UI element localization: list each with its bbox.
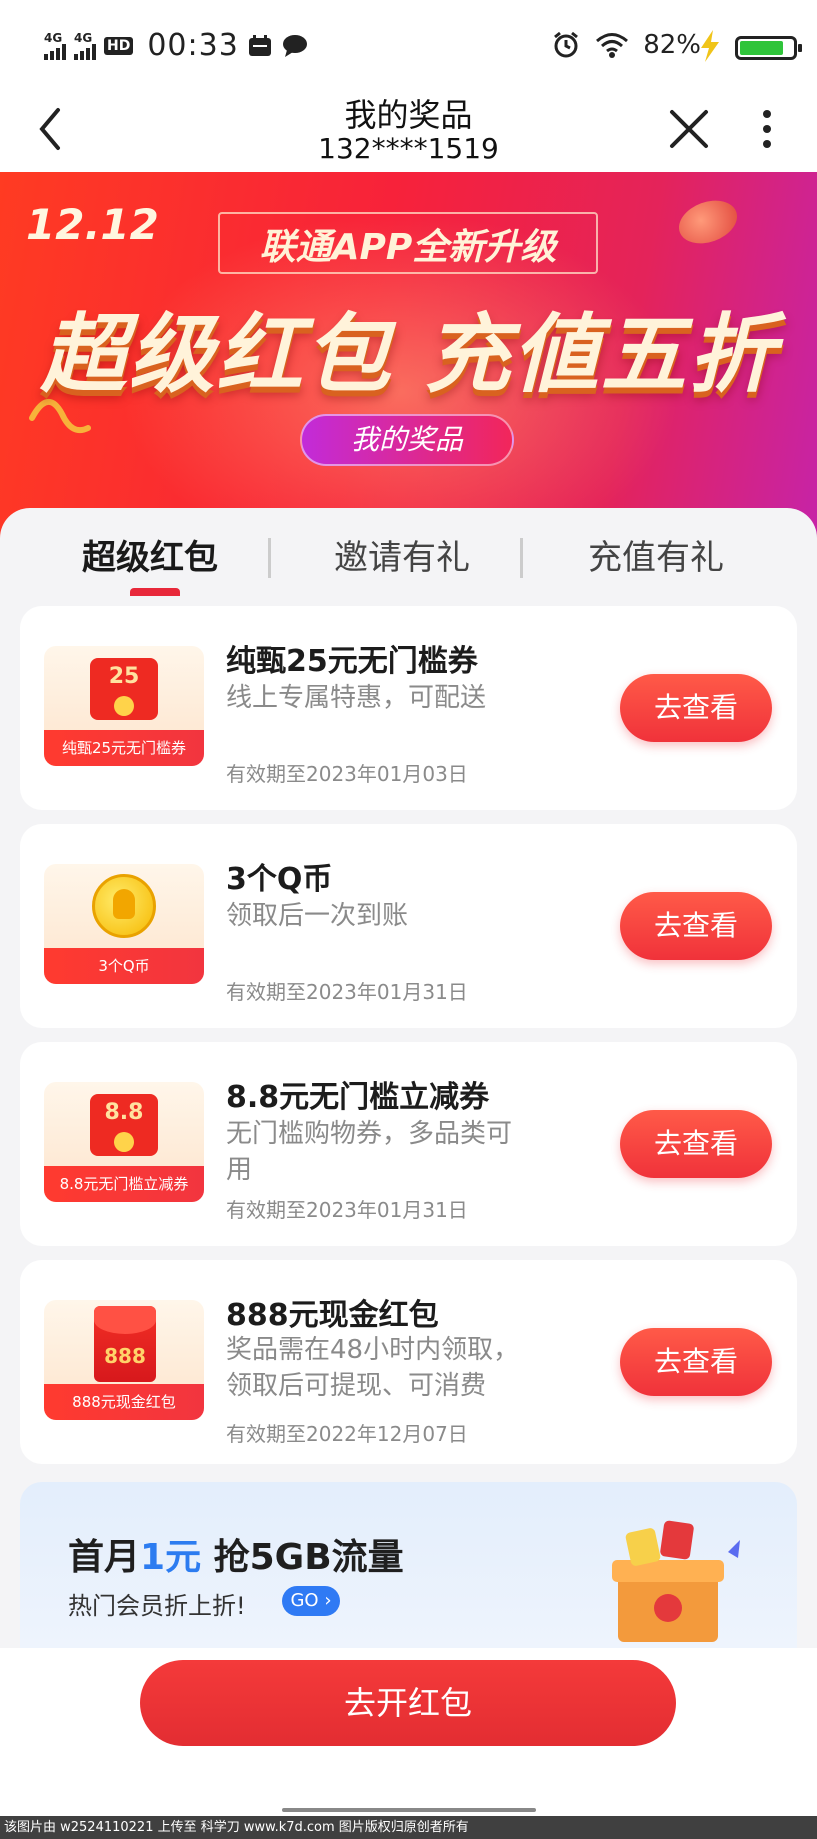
nav-bar: 我的奖品 132****1519 xyxy=(0,86,817,172)
coin-decoration-icon xyxy=(672,192,744,252)
prize-expiry: 有效期至2023年01月31日 xyxy=(226,1198,468,1222)
q-coin-icon xyxy=(92,874,156,938)
charging-icon xyxy=(701,30,719,62)
banner-top-text: 联通APP全新升级 xyxy=(259,227,557,268)
thumbnail-label: 888元现金红包 xyxy=(44,1384,204,1420)
coupon-envelope-icon: 25 xyxy=(90,658,158,720)
promo-title-highlight: 1元 xyxy=(140,1537,202,1578)
red-packet-flap xyxy=(94,1306,156,1334)
prize-expiry: 有效期至2023年01月31日 xyxy=(226,980,468,1004)
red-packet-icon: 888 xyxy=(94,1306,156,1382)
signal-2: 4G xyxy=(74,32,96,60)
thumbnail-label: 纯甄25元无门槛券 xyxy=(44,730,204,766)
signal-1: 4G xyxy=(44,32,66,60)
status-left: 4G 4G HD 00:33 xyxy=(44,28,309,63)
gift-box-icon xyxy=(612,1520,740,1642)
promo-title-prefix: 首月 xyxy=(68,1537,141,1578)
promo-go-label: GO xyxy=(290,1590,319,1611)
prize-description: 无门槛购物券，多品类可用 xyxy=(226,1119,513,1185)
prize-panel: 超级红包 邀请有礼 充值有礼 25 纯甄25元无门槛券 纯甄25元无门槛券 线上… xyxy=(0,508,817,1648)
prize-title: 8.8元无门槛立减券 xyxy=(226,1080,490,1115)
prize-description: 奖品需在48小时内领取，领取后可提现、可消费 xyxy=(226,1335,520,1401)
prize-card: 3个Q币 3个Q币 领取后一次到账 有效期至2023年01月31日 去查看 xyxy=(20,824,797,1028)
signal-bars-icon xyxy=(44,43,66,60)
prize-title: 纯甄25元无门槛券 xyxy=(226,644,478,679)
wifi-icon xyxy=(596,33,629,58)
watermark-text: 该图片由 w2524110221 上传至 科学刀 www.k7d.com 图片版… xyxy=(0,1816,817,1839)
status-time: 00:33 xyxy=(147,28,239,63)
prize-thumbnail: 888 888元现金红包 xyxy=(44,1300,204,1420)
banner-date-tag: 12.12 xyxy=(26,200,159,249)
prize-card: 888 888元现金红包 888元现金红包 奖品需在48小时内领取，领取后可提现… xyxy=(20,1260,797,1464)
bottom-bar: 去开红包 该图片由 w2524110221 上传至 科学刀 www.k7d.co… xyxy=(0,1648,817,1839)
status-right: 82% xyxy=(551,30,701,60)
view-prize-button[interactable]: 去查看 xyxy=(620,892,772,960)
my-prizes-pill[interactable]: 我的奖品 xyxy=(300,414,514,466)
alarm-icon xyxy=(554,31,579,58)
promo-banner: 12.12 联通APP全新升级 超级红包 充値五折 我的奖品 xyxy=(0,172,817,552)
signal-2-label: 4G xyxy=(74,30,93,45)
coupon-seal-icon xyxy=(114,1132,134,1152)
active-tab-indicator xyxy=(130,588,180,596)
prize-description: 领取后一次到账 xyxy=(226,901,409,931)
prize-title: 3个Q币 xyxy=(226,862,333,897)
view-prize-button[interactable]: 去查看 xyxy=(620,1110,772,1178)
tab-bar: 超级红包 邀请有礼 充值有礼 xyxy=(0,508,817,604)
tab-recharge-gift[interactable]: 充值有礼 xyxy=(588,530,724,579)
view-prize-button[interactable]: 去查看 xyxy=(620,674,772,742)
close-icon[interactable] xyxy=(664,104,714,154)
thumbnail-value: 888 xyxy=(104,1344,146,1368)
promo-subtitle: 热门会员折上折! xyxy=(68,1592,246,1620)
status-bar: 4G 4G HD 00:33 82% xyxy=(0,0,817,86)
hd-badge: HD xyxy=(104,36,134,55)
promo-card[interactable]: 首月1元 抢5GB流量 热门会员折上折! GO › xyxy=(20,1482,797,1648)
tab-super-red-packet[interactable]: 超级红包 xyxy=(82,530,218,579)
prize-expiry: 有效期至2023年01月03日 xyxy=(226,762,468,786)
prize-thumbnail: 3个Q币 xyxy=(44,864,204,984)
tab-divider xyxy=(520,538,523,578)
thumbnail-value: 8.8 xyxy=(104,1100,144,1125)
battery-fill xyxy=(740,41,783,55)
coupon-envelope-icon: 8.8 xyxy=(90,1094,158,1156)
calendar-icon xyxy=(248,34,271,56)
prize-expiry: 有效期至2022年12月07日 xyxy=(226,1422,468,1446)
home-indicator[interactable] xyxy=(282,1808,536,1812)
promo-go-button[interactable]: GO › xyxy=(282,1586,340,1616)
view-prize-button[interactable]: 去查看 xyxy=(620,1328,772,1396)
battery-icon xyxy=(735,36,802,60)
coupon-seal-icon xyxy=(114,696,134,716)
promo-title-suffix: 抢5GB流量 xyxy=(201,1537,404,1578)
thumbnail-value: 25 xyxy=(108,664,140,689)
prize-title: 888元现金红包 xyxy=(226,1298,439,1333)
tab-invite-gift[interactable]: 邀请有礼 xyxy=(334,530,470,579)
prize-card: 8.8 8.8元无门槛立减券 8.8元无门槛立减券 无门槛购物券，多品类可用 有… xyxy=(20,1042,797,1246)
open-red-packet-button[interactable]: 去开红包 xyxy=(140,1660,676,1746)
signal-1-label: 4G xyxy=(44,30,63,45)
more-icon[interactable] xyxy=(752,104,782,154)
message-icon xyxy=(282,34,307,57)
battery-percent: 82% xyxy=(643,30,701,60)
signal-bars-icon xyxy=(74,43,96,60)
prize-thumbnail: 8.8 8.8元无门槛立减券 xyxy=(44,1082,204,1202)
prize-card: 25 纯甄25元无门槛券 纯甄25元无门槛券 线上专属特惠，可配送 有效期至20… xyxy=(20,606,797,810)
thumbnail-label: 3个Q币 xyxy=(44,948,204,984)
thumbnail-label: 8.8元无门槛立减券 xyxy=(44,1166,204,1202)
tab-divider xyxy=(268,538,271,578)
banner-headline: 超级红包 充値五折 xyxy=(40,305,777,405)
prize-thumbnail: 25 纯甄25元无门槛券 xyxy=(44,646,204,766)
prize-description: 线上专属特惠，可配送 xyxy=(226,683,487,713)
promo-title: 首月1元 抢5GB流量 xyxy=(68,1528,404,1580)
